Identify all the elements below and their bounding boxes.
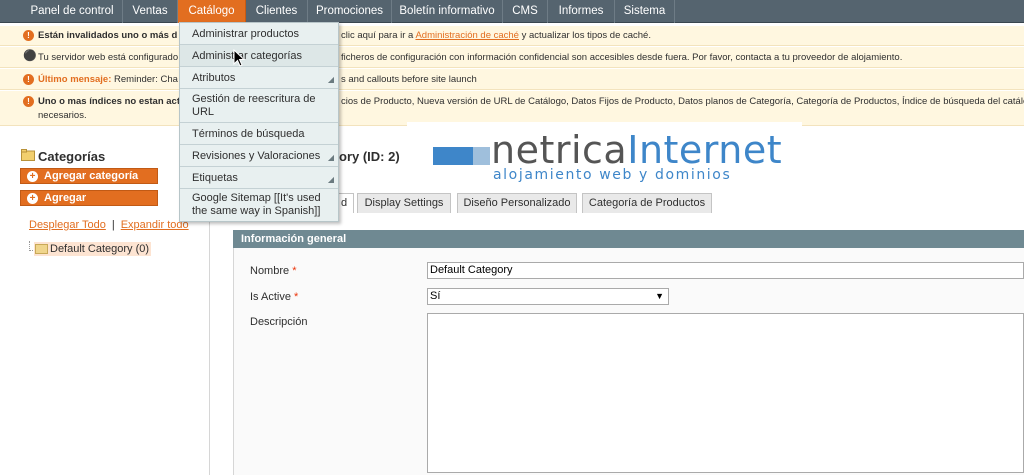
page-title: ory (ID: 2): [339, 149, 400, 164]
menu-item-attributes[interactable]: Atributos ◢: [180, 67, 338, 89]
error-icon: !: [23, 30, 34, 41]
menu-item-reviews-ratings[interactable]: Revisiones y Valoraciones ◢: [180, 145, 338, 167]
description-label: Descripción: [250, 316, 308, 328]
add-subcategory-label: Agregar subcategoría: [44, 192, 113, 218]
tab-display-settings[interactable]: Display Settings: [357, 193, 451, 213]
section-header-general: Información general: [233, 230, 1024, 248]
notice-server-text-a: Tu servidor web está configurado: [38, 52, 179, 63]
add-root-category-button[interactable]: + Agregar categoría raíz: [20, 168, 158, 196]
nav-tab-customers[interactable]: Clientes: [246, 0, 308, 23]
notice-indexes: ! Uno o mas índices no estan act cios de…: [0, 91, 1024, 126]
tree-links-separator: |: [111, 219, 115, 231]
description-textarea[interactable]: [427, 313, 1024, 473]
latest-message-text: Reminder: Cha: [111, 74, 178, 85]
cache-management-link[interactable]: Administración de caché: [415, 30, 519, 41]
latest-message-label: Último mensaje:: [38, 74, 112, 85]
nav-tab-sales[interactable]: Ventas: [123, 0, 178, 23]
is-active-label: Is Active *: [250, 291, 299, 303]
tree-node-label: Default Category (0): [50, 243, 150, 255]
menu-item-search-terms[interactable]: Términos de búsqueda: [180, 123, 338, 145]
nav-tab-reports[interactable]: Informes: [548, 0, 615, 23]
tree-controls: Desplegar Todo | Expandir todo: [29, 219, 189, 231]
logo-wordmark: netricaInternet: [491, 128, 783, 172]
nav-tab-dashboard[interactable]: Panel de control: [22, 0, 123, 23]
nav-tab-newsletter[interactable]: Boletín informativo: [392, 0, 503, 23]
is-active-value: Sí: [430, 290, 441, 302]
menu-item-tags[interactable]: Etiquetas ◢: [180, 167, 338, 189]
logo-tagline: alojamiento web y dominios: [493, 167, 732, 183]
tab-custom-design[interactable]: Diseño Personalizado: [457, 193, 577, 213]
collapse-all-link[interactable]: Desplegar Todo: [29, 219, 106, 231]
error-icon: !: [23, 74, 34, 85]
menu-item-manage-products[interactable]: Administrar productos: [180, 23, 338, 45]
nav-tab-promotions[interactable]: Promociones: [308, 0, 392, 23]
name-label: Nombre *: [250, 265, 297, 277]
menu-item-manage-categories[interactable]: Administrar categorías: [180, 45, 338, 67]
is-active-select[interactable]: Sí ▼: [427, 288, 669, 305]
submenu-arrow-icon: ◢: [327, 75, 334, 84]
notice-cache: ! Están invalidados uno o más d clic aqu…: [0, 26, 1024, 46]
notice-cache-title: Están invalidados uno o más d: [38, 30, 178, 41]
latest-message-tail: s and callouts before site launch: [341, 74, 477, 85]
logo-mark-light: [473, 147, 490, 165]
nav-tab-catalog[interactable]: Catálogo: [178, 0, 246, 23]
submenu-arrow-icon: ◢: [327, 153, 334, 162]
mouse-pointer-icon: [233, 49, 245, 67]
name-field[interactable]: Default Category: [427, 262, 1024, 279]
netrica-logo-overlay: netricaInternet alojamiento web y domini…: [407, 122, 802, 188]
folder-icon: [21, 149, 35, 161]
notice-indexes-text: cios de Producto, Nueva versión de URL d…: [341, 96, 1024, 107]
nav-tab-system[interactable]: Sistema: [615, 0, 675, 23]
categories-title: Categorías: [38, 149, 106, 164]
notice-cache-text: clic aquí para ir a: [341, 30, 416, 41]
plus-icon: +: [27, 193, 38, 204]
notice-server: ⚫ Tu servidor web está configurado fiche…: [0, 47, 1024, 68]
lightbulb-icon: ⚫: [23, 50, 37, 62]
menu-item-google-sitemap[interactable]: Google Sitemap [[It's used the same way …: [180, 189, 338, 222]
top-navigation: Panel de control Ventas Catálogo Cliente…: [0, 0, 1024, 23]
catalog-dropdown-menu: Administrar productos Administrar catego…: [179, 22, 339, 222]
notice-cache-tail: y actualizar los tipos de caché.: [518, 30, 651, 41]
tab-category-products[interactable]: Categoría de Productos: [582, 193, 712, 213]
logo-mark: [433, 147, 473, 165]
submenu-arrow-icon: ◢: [327, 175, 334, 184]
notice-indexes-title: Uno o mas índices no estan act: [38, 96, 181, 107]
nav-tab-cms[interactable]: CMS: [503, 0, 548, 23]
menu-item-url-rewrite[interactable]: Gestión de reescritura de URL: [180, 89, 338, 123]
notice-indexes-line2: necesarios.: [38, 110, 87, 121]
notice-latest: ! Último mensaje: Reminder: Cha s and ca…: [0, 69, 1024, 90]
notice-server-text-b: ficheros de configuración con informació…: [341, 52, 903, 63]
plus-icon: +: [27, 171, 38, 182]
folder-icon: [35, 244, 48, 254]
tree-node-default-category[interactable]: Default Category (0): [34, 242, 152, 256]
error-icon: !: [23, 96, 34, 107]
dropdown-arrow-icon: ▼: [655, 291, 664, 301]
add-subcategory-button[interactable]: + Agregar subcategoría: [20, 190, 158, 218]
